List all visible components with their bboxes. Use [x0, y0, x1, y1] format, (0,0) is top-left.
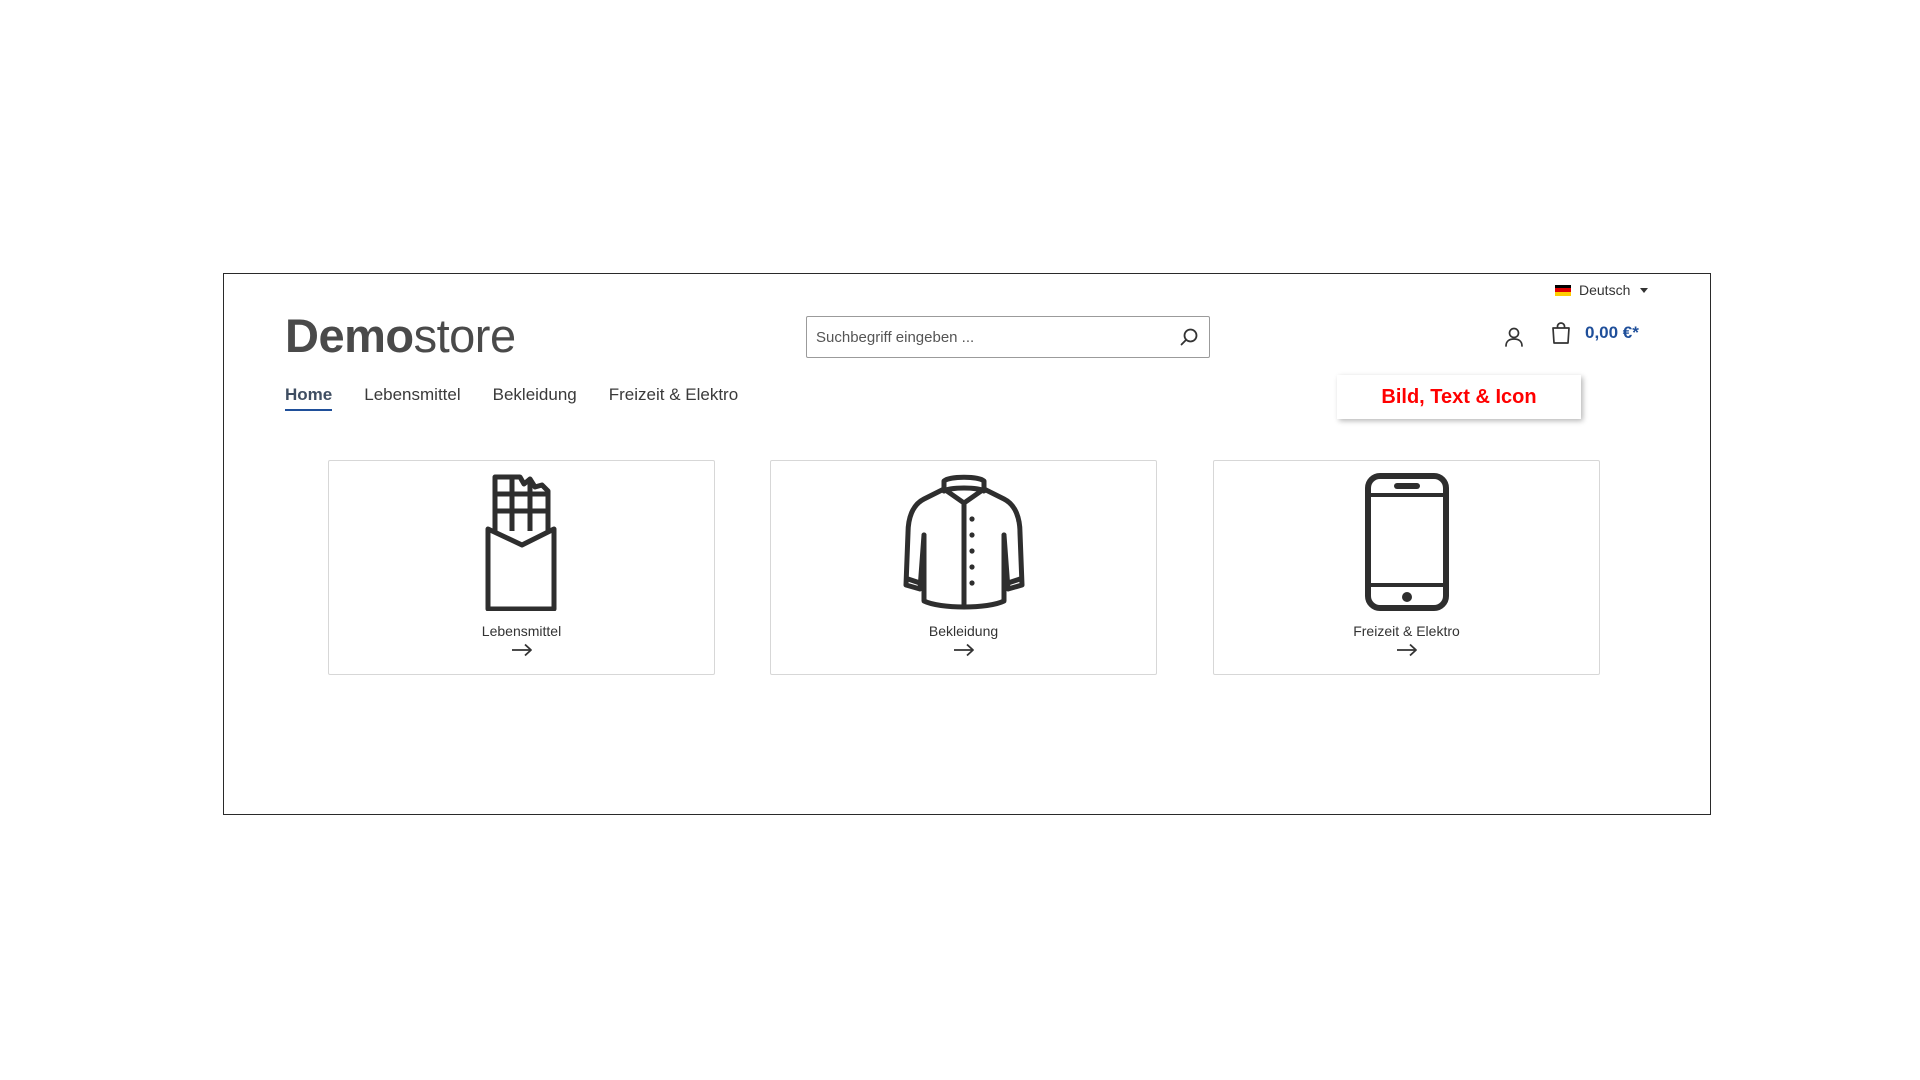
search-icon [1180, 328, 1198, 346]
jacket-icon [903, 474, 1024, 610]
category-label: Bekleidung [928, 623, 999, 639]
nav-item-bekleidung[interactable]: Bekleidung [493, 385, 577, 411]
german-flag-icon [1555, 284, 1571, 296]
cart-total: 0,00 €* [1585, 323, 1639, 342]
shopping-bag-icon [1552, 322, 1570, 344]
logo-light-text: store [413, 309, 517, 362]
account-button[interactable] [1501, 324, 1527, 350]
language-label: Deutsch [1579, 282, 1631, 298]
language-switcher[interactable]: Deutsch [1555, 282, 1649, 298]
caret-down-icon [1640, 287, 1649, 293]
category-label: Freizeit & Elektro [1353, 623, 1460, 639]
chocolate-bar-icon [485, 474, 556, 611]
store-logo[interactable]: Demostore [285, 308, 516, 364]
main-navigation: Home Lebensmittel Bekleidung Freizeit & … [285, 385, 738, 411]
arrow-right-icon [1396, 643, 1417, 657]
search-input[interactable] [807, 328, 1169, 346]
category-card-freizeit-elektro[interactable]: Freizeit & Elektro [1213, 460, 1600, 675]
search-bar [806, 316, 1210, 358]
category-card-lebensmittel[interactable]: Lebensmittel [328, 460, 715, 675]
annotation-callout: Bild, Text & Icon [1337, 375, 1581, 419]
logo-bold-text: Demo [285, 309, 414, 362]
user-icon [1505, 327, 1523, 347]
arrow-right-icon [511, 643, 532, 657]
category-label: Lebensmittel [481, 623, 562, 639]
storefront-screenshot-frame: Deutsch Demostore 0,00 €* Home Lebensmit… [223, 273, 1711, 815]
category-card-bekleidung[interactable]: Bekleidung [770, 460, 1157, 675]
cart-button[interactable]: 0,00 €* [1549, 321, 1639, 345]
search-button[interactable] [1169, 317, 1209, 357]
smartphone-icon [1364, 473, 1449, 611]
nav-item-home[interactable]: Home [285, 385, 333, 411]
nav-item-freizeit-elektro[interactable]: Freizeit & Elektro [609, 385, 738, 411]
nav-item-lebensmittel[interactable]: Lebensmittel [364, 385, 460, 411]
arrow-right-icon [953, 643, 974, 657]
